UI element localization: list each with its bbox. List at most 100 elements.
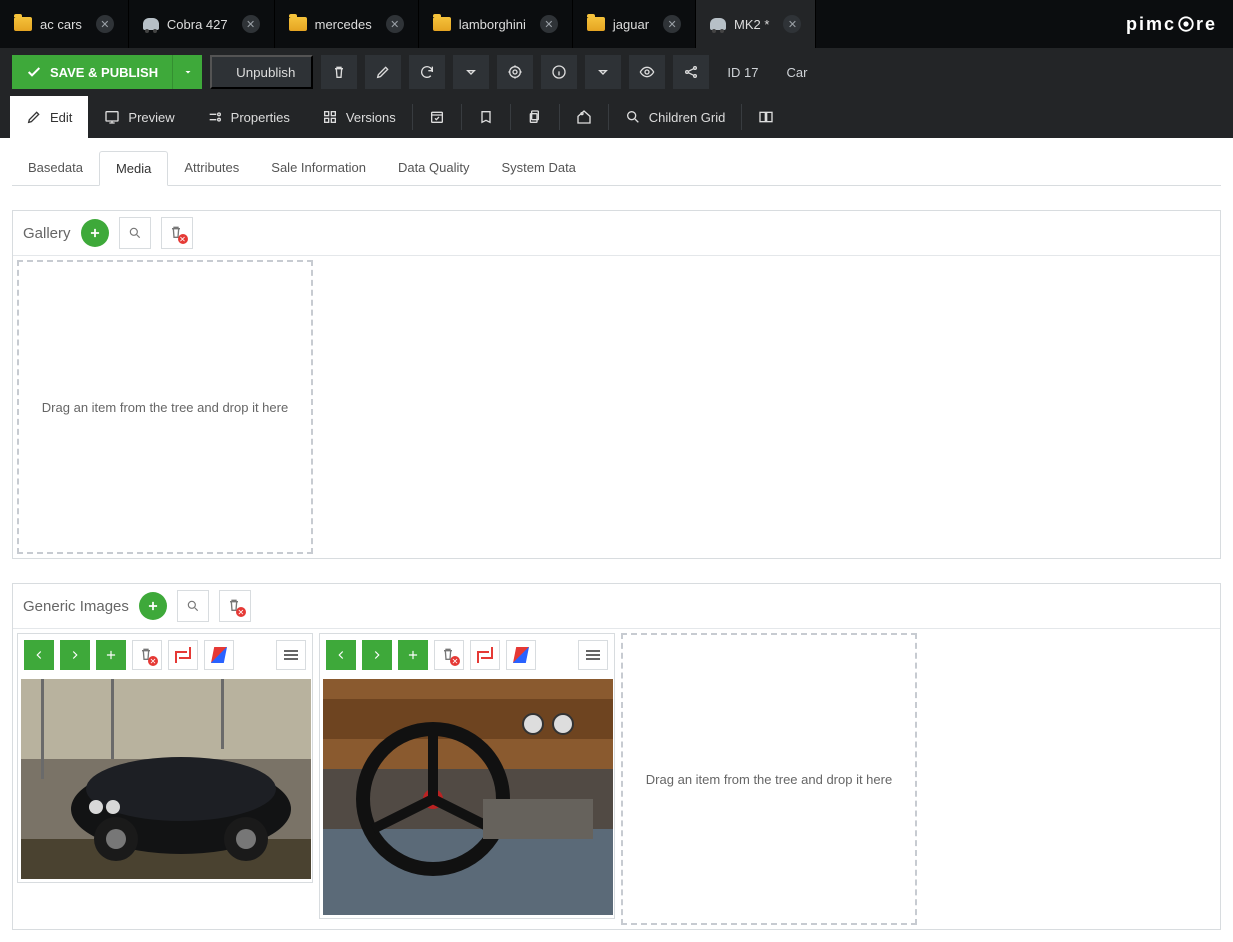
hamburger-icon xyxy=(586,654,600,656)
generic-images-title: Generic Images xyxy=(23,598,129,615)
preview-eye-button[interactable] xyxy=(629,55,665,89)
save-publish-button[interactable]: SAVE & PUBLISH xyxy=(12,55,202,89)
trash-remove-icon: ✕ xyxy=(226,597,244,615)
car-object-icon xyxy=(143,18,159,30)
gallery-search-button[interactable] xyxy=(119,217,151,249)
folder-icon xyxy=(587,17,605,31)
add-slot-button[interactable] xyxy=(398,640,428,670)
generic-search-button[interactable] xyxy=(177,590,209,622)
tab-label: lamborghini xyxy=(459,17,526,32)
tab-jaguar[interactable]: jaguar ✕ xyxy=(573,0,696,48)
object-subtabs: Basedata Media Attributes Sale Informati… xyxy=(12,150,1221,186)
gallery-panel: Gallery ✕ Drag an item from the tree and… xyxy=(12,210,1221,559)
tab-label: MK2 * xyxy=(734,17,769,32)
tab-label: Cobra 427 xyxy=(167,17,228,32)
nav-label: Versions xyxy=(346,110,396,125)
subtab-sale-information[interactable]: Sale Information xyxy=(255,150,382,185)
tab-mercedes[interactable]: mercedes ✕ xyxy=(275,0,419,48)
edit-marker-button[interactable] xyxy=(204,640,234,670)
focal-icon xyxy=(477,647,493,663)
image-thumbnail[interactable] xyxy=(323,679,613,915)
car-object-icon xyxy=(710,18,726,30)
dropzone-hint: Drag an item from the tree and drop it h… xyxy=(42,400,288,415)
hamburger-icon xyxy=(284,654,298,656)
image-thumbnail[interactable] xyxy=(21,679,311,879)
edit-marker-button[interactable] xyxy=(506,640,536,670)
close-icon[interactable]: ✕ xyxy=(386,15,404,33)
delete-button[interactable] xyxy=(321,55,357,89)
unpublish-button[interactable]: Unpublish xyxy=(210,55,313,89)
remove-image-button[interactable]: ✕ xyxy=(132,640,162,670)
locate-button[interactable] xyxy=(497,55,533,89)
close-icon[interactable]: ✕ xyxy=(96,15,114,33)
nav-versions[interactable]: Versions xyxy=(306,96,412,138)
info-caret[interactable] xyxy=(585,55,621,89)
unpublish-label: Unpublish xyxy=(236,65,295,80)
nav-notes[interactable] xyxy=(462,96,510,138)
move-right-button[interactable] xyxy=(60,640,90,670)
nav-dependencies[interactable] xyxy=(511,96,559,138)
remove-image-button[interactable]: ✕ xyxy=(434,640,464,670)
folder-icon xyxy=(14,17,32,31)
gallery-dropzone[interactable]: Drag an item from the tree and drop it h… xyxy=(17,260,313,554)
reload-button[interactable] xyxy=(409,55,445,89)
generic-dropzone[interactable]: Drag an item from the tree and drop it h… xyxy=(621,633,917,925)
nav-scheduler[interactable] xyxy=(413,96,461,138)
focal-icon xyxy=(175,647,191,663)
tab-cobra-427[interactable]: Cobra 427 ✕ xyxy=(129,0,275,48)
logo: pimcre xyxy=(1110,0,1233,48)
tab-label: mercedes xyxy=(315,17,372,32)
document-tabstrip: ac cars ✕ Cobra 427 ✕ mercedes ✕ lamborg… xyxy=(0,0,1233,48)
focal-point-button[interactable] xyxy=(168,640,198,670)
nav-tags[interactable] xyxy=(560,96,608,138)
editor-content: Basedata Media Attributes Sale Informati… xyxy=(0,138,1233,942)
marker-icon xyxy=(211,647,227,663)
add-slot-button[interactable] xyxy=(96,640,126,670)
move-right-button[interactable] xyxy=(362,640,392,670)
nav-label: Preview xyxy=(128,110,174,125)
share-button[interactable] xyxy=(673,55,709,89)
nav-children-grid[interactable]: Children Grid xyxy=(609,96,742,138)
reload-caret[interactable] xyxy=(453,55,489,89)
generic-images-panel: Generic Images ✕ xyxy=(12,583,1221,930)
move-left-button[interactable] xyxy=(326,640,356,670)
tab-ac-cars[interactable]: ac cars ✕ xyxy=(0,0,129,48)
generic-clear-button[interactable]: ✕ xyxy=(219,590,251,622)
close-icon[interactable]: ✕ xyxy=(242,15,260,33)
object-class: Car xyxy=(776,65,817,80)
nav-workflow[interactable] xyxy=(742,96,790,138)
rename-button[interactable] xyxy=(365,55,401,89)
tab-mk2[interactable]: MK2 * ✕ xyxy=(696,0,816,48)
trash-remove-icon: ✕ xyxy=(440,646,458,664)
subtab-media[interactable]: Media xyxy=(99,151,168,186)
tab-lamborghini[interactable]: lamborghini ✕ xyxy=(419,0,573,48)
action-toolbar: SAVE & PUBLISH Unpublish ID 17 Car xyxy=(0,48,1233,96)
image-menu-button[interactable] xyxy=(276,640,306,670)
nav-label: Children Grid xyxy=(649,110,726,125)
subtab-data-quality[interactable]: Data Quality xyxy=(382,150,486,185)
info-button[interactable] xyxy=(541,55,577,89)
subtab-system-data[interactable]: System Data xyxy=(486,150,592,185)
gallery-clear-button[interactable]: ✕ xyxy=(161,217,193,249)
subtab-attributes[interactable]: Attributes xyxy=(168,150,255,185)
editor-subnav: Edit Preview Properties Versions Childre… xyxy=(0,96,1233,138)
trash-remove-icon: ✕ xyxy=(138,646,156,664)
close-icon[interactable]: ✕ xyxy=(783,15,801,33)
move-left-button[interactable] xyxy=(24,640,54,670)
generic-add-button[interactable] xyxy=(139,592,167,620)
tab-label: ac cars xyxy=(40,17,82,32)
folder-icon xyxy=(433,17,451,31)
dropzone-hint: Drag an item from the tree and drop it h… xyxy=(646,772,892,787)
focal-point-button[interactable] xyxy=(470,640,500,670)
gallery-add-button[interactable] xyxy=(81,219,109,247)
close-icon[interactable]: ✕ xyxy=(540,15,558,33)
nav-edit[interactable]: Edit xyxy=(10,96,88,138)
save-publish-caret[interactable] xyxy=(172,55,202,89)
nav-label: Edit xyxy=(50,110,72,125)
nav-properties[interactable]: Properties xyxy=(191,96,306,138)
image-menu-button[interactable] xyxy=(578,640,608,670)
nav-preview[interactable]: Preview xyxy=(88,96,190,138)
gallery-title: Gallery xyxy=(23,225,71,242)
close-icon[interactable]: ✕ xyxy=(663,15,681,33)
subtab-basedata[interactable]: Basedata xyxy=(12,150,99,185)
